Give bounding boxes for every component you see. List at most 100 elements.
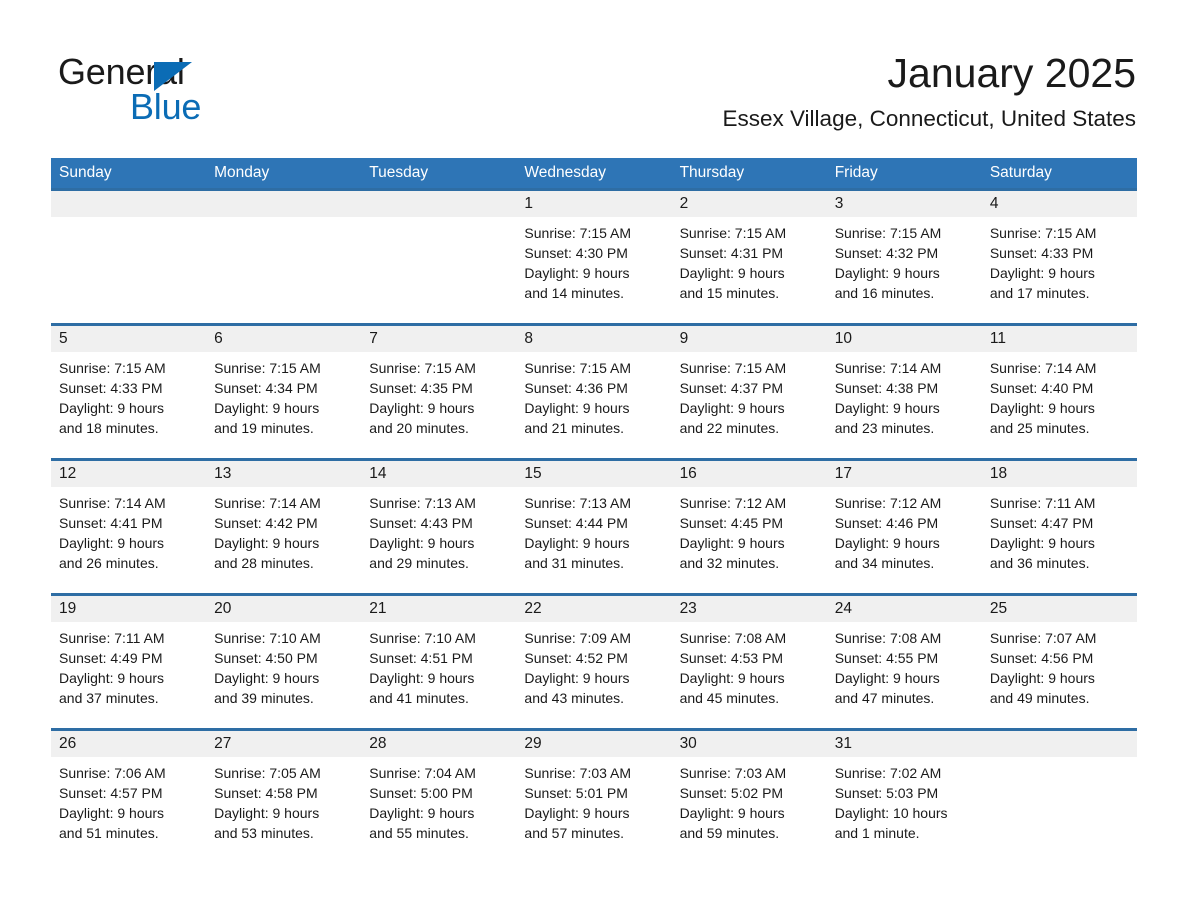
day-cell[interactable]: Sunrise: 7:15 AM Sunset: 4:34 PM Daylight:… <box>206 352 361 458</box>
day-number[interactable]: 4 <box>982 191 1137 217</box>
day-number[interactable]: 6 <box>206 326 361 352</box>
day-cell[interactable]: Sunrise: 7:09 AM Sunset: 4:52 PM Daylight:… <box>516 622 671 728</box>
day-cell[interactable]: Sunrise: 7:15 AM Sunset: 4:30 PM Daylight:… <box>516 217 671 323</box>
day-cell[interactable]: Sunrise: 7:03 AM Sunset: 5:02 PM Daylight:… <box>672 757 827 863</box>
day-number[interactable]: 5 <box>51 326 206 352</box>
weekday-header-sunday: Sunday <box>59 164 112 181</box>
day-cell[interactable]: Sunrise: 7:10 AM Sunset: 4:50 PM Daylight:… <box>206 622 361 728</box>
day-number[interactable]: 27 <box>206 731 361 757</box>
day-info-line: and 1 minute. <box>834 825 920 841</box>
day-info-line: and 16 minutes. <box>834 285 935 301</box>
day-info-line: Daylight: 9 hours <box>679 535 785 551</box>
day-cell[interactable]: Sunrise: 7:15 AM Sunset: 4:35 PM Daylight:… <box>361 352 516 458</box>
day-cell[interactable]: Sunrise: 7:04 AM Sunset: 5:00 PM Daylight:… <box>361 757 516 863</box>
day-number[interactable]: 1 <box>516 191 671 217</box>
day-info-line: Sunrise: 7:15 AM <box>524 360 632 376</box>
day-info-line: Daylight: 9 hours <box>59 400 165 416</box>
day-cell[interactable]: Sunrise: 7:10 AM Sunset: 4:51 PM Daylight:… <box>361 622 516 728</box>
day-number[interactable]: 8 <box>516 326 671 352</box>
day-cell[interactable]: Sunrise: 7:06 AM Sunset: 4:57 PM Daylight:… <box>51 757 206 863</box>
day-number[interactable]: 9 <box>672 326 827 352</box>
day-info-line: Sunset: 4:33 PM <box>989 245 1094 261</box>
day-info-line: and 43 minutes. <box>524 690 625 706</box>
day-cell[interactable]: Sunrise: 7:14 AM Sunset: 4:42 PM Daylight:… <box>206 487 361 593</box>
day-cell[interactable]: Sunrise: 7:02 AM Sunset: 5:03 PM Daylight:… <box>827 757 982 863</box>
day-number-empty <box>206 191 361 217</box>
day-number[interactable]: 11 <box>982 326 1137 352</box>
day-info-line: Sunrise: 7:15 AM <box>214 360 321 376</box>
day-cell[interactable]: Sunrise: 7:14 AM Sunset: 4:40 PM Daylight:… <box>982 352 1137 458</box>
day-number[interactable]: 29 <box>516 731 671 757</box>
day-info-line: and 15 minutes. <box>679 285 780 301</box>
general-blue-logo[interactable]: General Blue <box>58 52 288 127</box>
day-info-line: Sunset: 4:37 PM <box>679 380 784 396</box>
day-cell[interactable]: Sunrise: 7:08 AM Sunset: 4:53 PM Daylight:… <box>672 622 827 728</box>
day-info-line: Daylight: 9 hours <box>214 670 320 686</box>
day-cell-empty <box>206 217 361 323</box>
day-number[interactable]: 16 <box>672 461 827 487</box>
day-cell[interactable]: Sunrise: 7:14 AM Sunset: 4:38 PM Daylight:… <box>827 352 982 458</box>
day-cell[interactable]: Sunrise: 7:08 AM Sunset: 4:55 PM Daylight:… <box>827 622 982 728</box>
day-info-line: Sunset: 4:32 PM <box>834 245 939 261</box>
day-info-line: Sunrise: 7:12 AM <box>679 495 787 511</box>
day-info-line: Sunset: 5:01 PM <box>524 785 628 801</box>
day-cell[interactable]: Sunrise: 7:15 AM Sunset: 4:37 PM Daylight:… <box>672 352 827 458</box>
day-info-band: Sunrise: 7:14 AM Sunset: 4:41 PM Daylight:… <box>51 487 1137 593</box>
day-number[interactable]: 3 <box>827 191 982 217</box>
day-cell[interactable]: Sunrise: 7:07 AM Sunset: 4:56 PM Daylight:… <box>982 622 1137 728</box>
day-cell[interactable]: Sunrise: 7:11 AM Sunset: 4:47 PM Daylight:… <box>982 487 1137 593</box>
day-info-line: Sunrise: 7:05 AM <box>214 765 321 781</box>
day-number[interactable]: 21 <box>361 596 516 622</box>
day-number[interactable]: 22 <box>516 596 671 622</box>
day-info-line: Daylight: 9 hours <box>989 670 1095 686</box>
day-cell[interactable]: Sunrise: 7:15 AM Sunset: 4:33 PM Daylight:… <box>982 217 1137 323</box>
day-info-line: Sunrise: 7:11 AM <box>59 630 165 646</box>
day-info-line: Sunrise: 7:15 AM <box>679 225 787 241</box>
day-info-line: Sunset: 4:43 PM <box>369 515 473 531</box>
day-number[interactable]: 19 <box>51 596 206 622</box>
day-info-line: Sunset: 4:53 PM <box>679 650 784 666</box>
day-number[interactable]: 18 <box>982 461 1137 487</box>
day-number[interactable]: 25 <box>982 596 1137 622</box>
day-number[interactable]: 31 <box>827 731 982 757</box>
day-number[interactable]: 2 <box>672 191 827 217</box>
calendar-page: General Blue January 2025 Essex Village,… <box>0 0 1188 918</box>
day-cell[interactable]: Sunrise: 7:12 AM Sunset: 4:46 PM Daylight:… <box>827 487 982 593</box>
day-number[interactable]: 26 <box>51 731 206 757</box>
day-number[interactable]: 10 <box>827 326 982 352</box>
day-cell[interactable]: Sunrise: 7:14 AM Sunset: 4:41 PM Daylight:… <box>51 487 206 593</box>
day-cell[interactable]: Sunrise: 7:12 AM Sunset: 4:45 PM Daylight:… <box>672 487 827 593</box>
day-info-line: Sunset: 4:40 PM <box>989 380 1094 396</box>
day-info-line: and 37 minutes. <box>59 690 159 706</box>
day-number[interactable]: 7 <box>361 326 516 352</box>
day-cell[interactable]: Sunrise: 7:03 AM Sunset: 5:01 PM Daylight:… <box>516 757 671 863</box>
day-number[interactable]: 15 <box>516 461 671 487</box>
day-cell[interactable]: Sunrise: 7:13 AM Sunset: 4:43 PM Daylight:… <box>361 487 516 593</box>
day-info-line: Sunrise: 7:11 AM <box>989 495 1096 511</box>
day-number[interactable]: 20 <box>206 596 361 622</box>
weekday-header-saturday: Saturday <box>989 164 1052 181</box>
day-number[interactable]: 12 <box>51 461 206 487</box>
day-number[interactable]: 23 <box>672 596 827 622</box>
day-cell[interactable]: Sunrise: 7:11 AM Sunset: 4:49 PM Daylight:… <box>51 622 206 728</box>
day-cell[interactable]: Sunrise: 7:15 AM Sunset: 4:36 PM Daylight:… <box>516 352 671 458</box>
day-info-line: Sunrise: 7:08 AM <box>834 630 942 646</box>
day-info-line: and 32 minutes. <box>679 555 780 571</box>
day-info-line: Sunrise: 7:03 AM <box>524 765 632 781</box>
day-cell[interactable]: Sunrise: 7:05 AM Sunset: 4:58 PM Daylight:… <box>206 757 361 863</box>
day-cell[interactable]: Sunrise: 7:15 AM Sunset: 4:31 PM Daylight:… <box>672 217 827 323</box>
day-number[interactable]: 28 <box>361 731 516 757</box>
page-title: January 2025 <box>887 50 1136 96</box>
day-cell[interactable]: Sunrise: 7:15 AM Sunset: 4:32 PM Daylight:… <box>827 217 982 323</box>
day-cell[interactable]: Sunrise: 7:13 AM Sunset: 4:44 PM Daylight:… <box>516 487 671 593</box>
day-number[interactable]: 24 <box>827 596 982 622</box>
day-number[interactable]: 14 <box>361 461 516 487</box>
day-info-line: Sunrise: 7:15 AM <box>524 225 632 241</box>
date-number-band: 26 27 28 29 30 31 <box>51 731 1137 757</box>
calendar-grid: Sunday Monday Tuesday Wednesday Thursday Frid… <box>51 158 1137 863</box>
day-number[interactable]: 13 <box>206 461 361 487</box>
day-number[interactable]: 30 <box>672 731 827 757</box>
day-info-line: Sunset: 4:31 PM <box>679 245 784 261</box>
day-cell[interactable]: Sunrise: 7:15 AM Sunset: 4:33 PM Daylight:… <box>51 352 206 458</box>
day-number[interactable]: 17 <box>827 461 982 487</box>
